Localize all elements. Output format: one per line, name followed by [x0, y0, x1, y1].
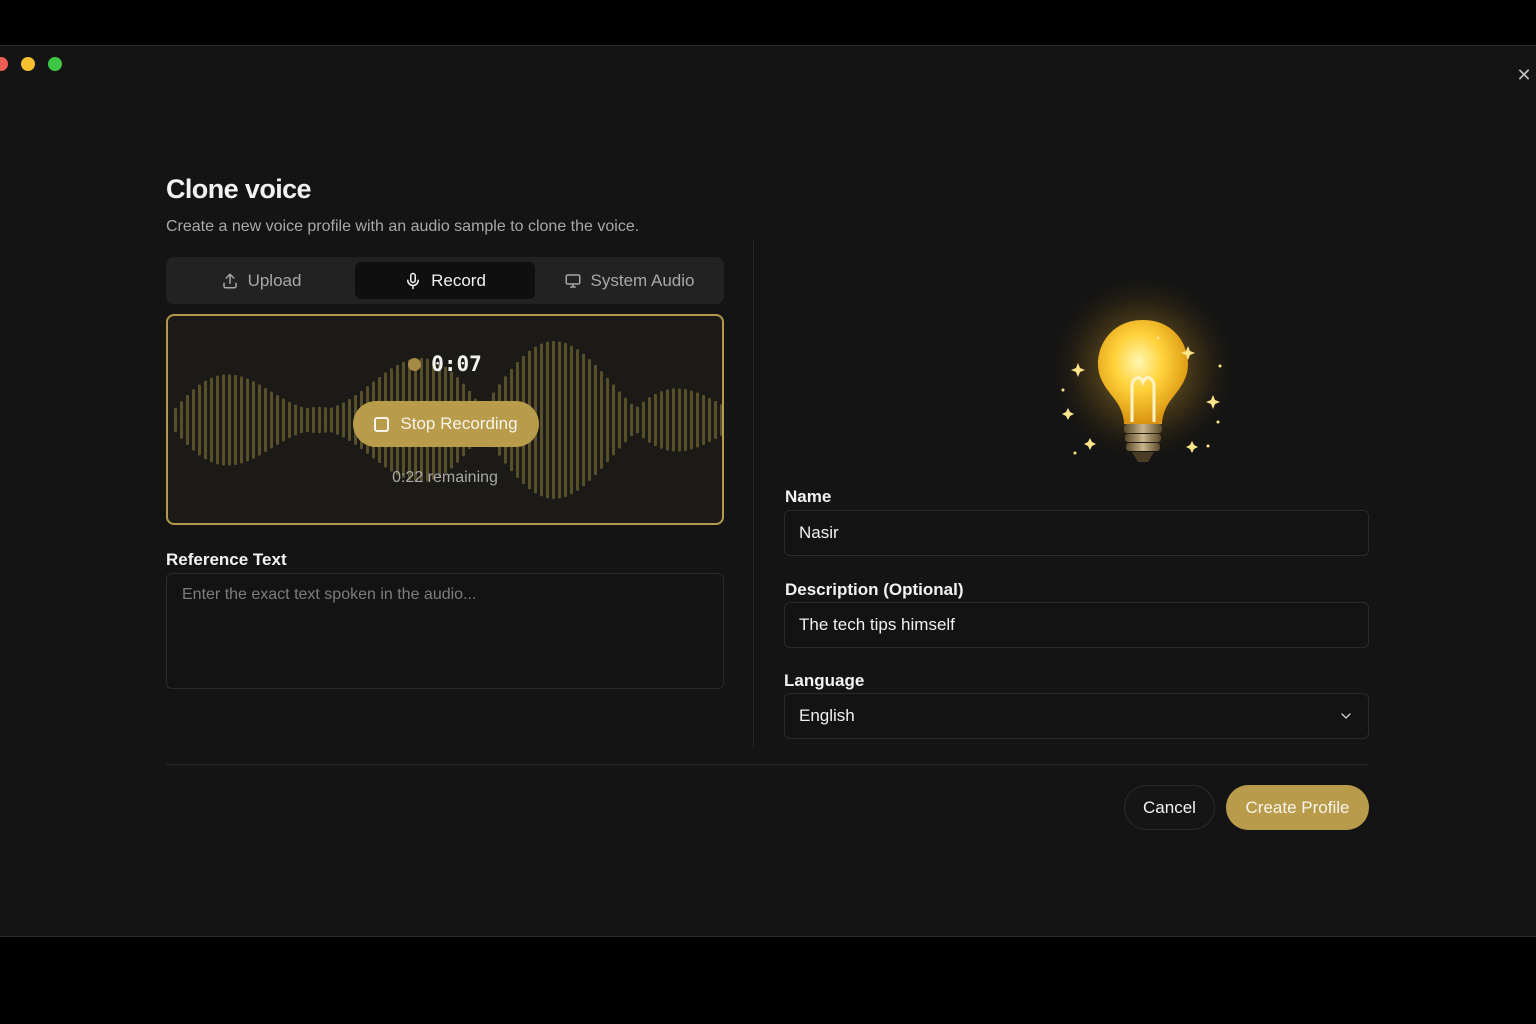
window-controls	[0, 57, 62, 71]
waveform-bar	[252, 381, 255, 459]
waveform-bar	[294, 404, 297, 436]
waveform-bar	[270, 391, 273, 449]
stop-icon	[374, 416, 390, 432]
name-label: Name	[785, 487, 832, 506]
waveform-bar	[708, 397, 711, 443]
waveform-bar	[264, 387, 267, 453]
recording-panel: 0:07 Stop Recording 0:22 remaining	[166, 314, 724, 525]
waveform-bar	[216, 375, 219, 465]
waveform-bar	[342, 402, 345, 438]
waveform-bar	[276, 395, 279, 445]
language-label: Language	[784, 671, 865, 690]
waveform-bar	[246, 378, 249, 462]
description-field[interactable]	[784, 602, 1369, 648]
microphone-icon	[407, 272, 420, 289]
waveform-bar	[348, 398, 351, 442]
waveform-bar	[186, 394, 189, 446]
waveform-bar	[606, 377, 609, 463]
dialog-title: Clone voice	[166, 174, 312, 204]
tab-upload[interactable]: Upload	[171, 262, 351, 299]
waveform-bar	[678, 388, 681, 452]
maximize-window-button[interactable]	[48, 57, 62, 71]
column-divider	[753, 240, 754, 748]
waveform-bar	[330, 407, 333, 433]
waveform-bar	[654, 393, 657, 447]
waveform-bar	[666, 389, 669, 451]
tab-upload-label: Upload	[247, 270, 302, 290]
description-label: Description (Optional)	[785, 580, 964, 599]
chevron-down-icon	[1341, 713, 1351, 719]
waveform-bar	[648, 397, 651, 443]
waveform-bar	[690, 390, 693, 450]
waveform-bar	[618, 391, 621, 449]
waveform-bar	[612, 384, 615, 456]
stop-recording-button[interactable]: Stop Recording	[353, 401, 539, 447]
waveform-bar	[306, 407, 309, 433]
name-field[interactable]	[784, 510, 1369, 556]
waveform-bar	[624, 397, 627, 443]
waveform-bar	[282, 398, 285, 442]
waveform-bar	[336, 405, 339, 435]
waveform-bar	[180, 401, 183, 439]
clone-voice-window: ✕ Clone voice Create a new voice profile…	[0, 45, 1536, 937]
cancel-button[interactable]: Cancel	[1124, 785, 1215, 830]
language-select[interactable]: English	[784, 693, 1369, 739]
waveform-bar	[198, 384, 201, 456]
minimize-window-button[interactable]	[21, 57, 35, 71]
waveform-bar	[588, 358, 591, 482]
waveform-bar	[288, 401, 291, 439]
waveform-bar	[684, 389, 687, 451]
waveform-bar	[720, 404, 722, 436]
waveform-bar	[600, 371, 603, 469]
waveform-bar	[696, 392, 699, 448]
waveform-bar	[204, 380, 207, 460]
waveform-bar	[210, 377, 213, 463]
source-tabs: Upload Record System Audio	[166, 257, 724, 304]
monitor-icon	[565, 273, 581, 288]
tab-system-audio-label: System Audio	[590, 270, 695, 290]
tab-record[interactable]: Record	[355, 262, 535, 299]
close-icon[interactable]: ✕	[1514, 65, 1534, 85]
lightbulb-icon	[1043, 278, 1240, 478]
reference-text-input[interactable]	[166, 573, 724, 689]
waveform-bar	[258, 384, 261, 456]
waveform-bar	[594, 364, 597, 476]
upload-icon	[222, 273, 237, 288]
time-remaining: 0:22 remaining	[392, 469, 498, 486]
recording-timer: 0:07	[168, 352, 722, 376]
create-profile-button[interactable]: Create Profile	[1226, 785, 1369, 830]
stop-recording-label: Stop Recording	[400, 414, 518, 433]
waveform-bar	[234, 374, 237, 466]
dialog-subtitle: Create a new voice profile with an audio…	[166, 218, 640, 235]
waveform-bar	[672, 388, 675, 452]
footer-divider	[166, 764, 1369, 765]
elapsed-time: 0:07	[431, 352, 482, 376]
tab-system-audio[interactable]: System Audio	[539, 262, 719, 299]
language-selected-value: English	[799, 706, 855, 725]
waveform-bar	[318, 406, 321, 434]
waveform-bar	[660, 391, 663, 449]
waveform-bar	[228, 374, 231, 466]
tab-record-label: Record	[431, 270, 486, 290]
close-window-button[interactable]	[0, 57, 8, 71]
waveform-bar	[312, 406, 315, 434]
waveform-bar	[300, 406, 303, 434]
waveform-bar	[192, 389, 195, 451]
recording-indicator-icon	[408, 357, 422, 371]
waveform-bar	[630, 403, 633, 437]
waveform-bar	[240, 376, 243, 464]
waveform-bar	[636, 406, 639, 434]
waveform-bar	[174, 408, 177, 432]
waveform-bar	[642, 401, 645, 439]
waveform-bar	[222, 374, 225, 466]
waveform-bar	[702, 394, 705, 446]
reference-text-label: Reference Text	[166, 550, 287, 569]
waveform-bar	[324, 407, 327, 433]
waveform-bar	[714, 400, 717, 440]
